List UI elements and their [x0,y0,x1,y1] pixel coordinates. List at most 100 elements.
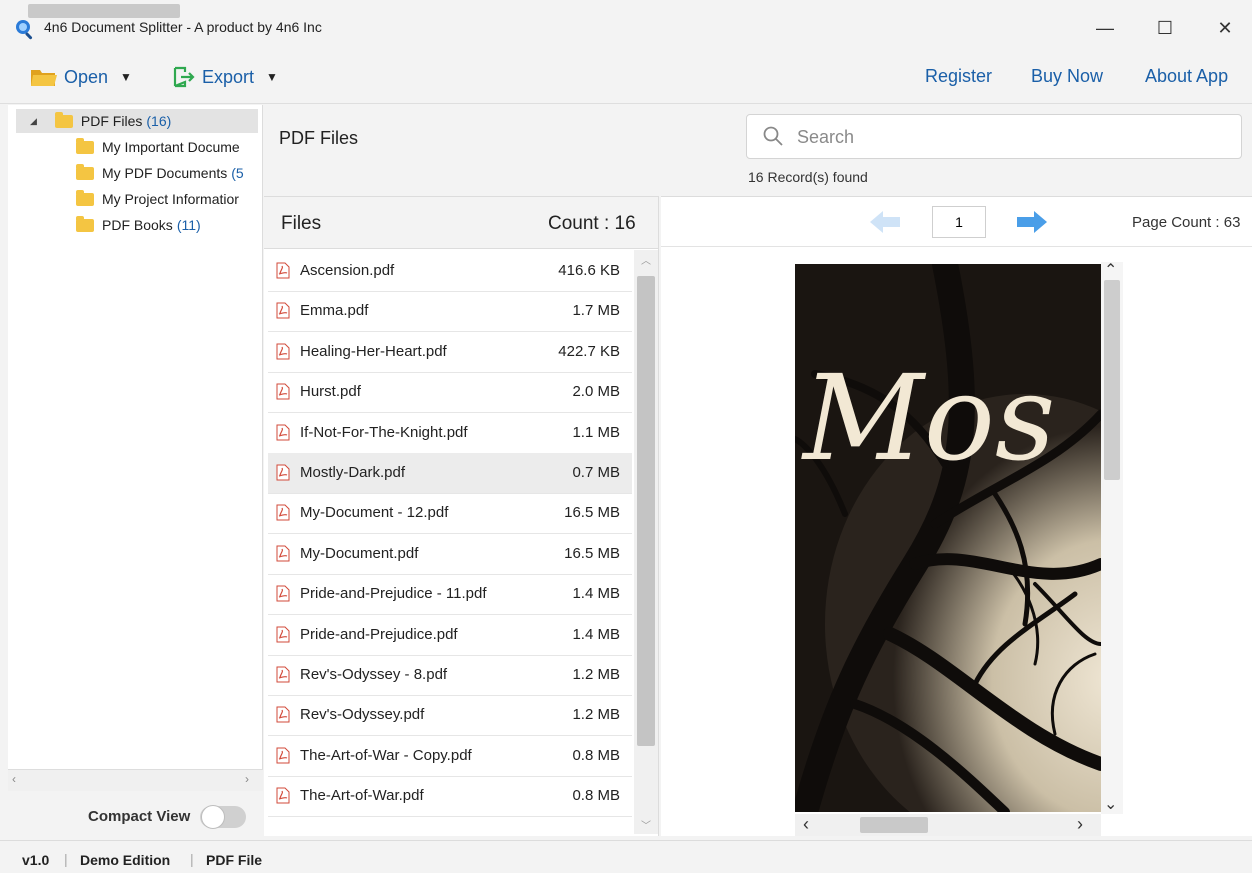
maximize-button[interactable]: ☐ [1145,10,1185,46]
page-number-input[interactable] [932,206,986,238]
pdf-file-icon [276,787,290,804]
mode-label: PDF File [206,852,263,868]
file-row[interactable]: The-Art-of-War.pdf 0.8 MB [268,776,632,818]
export-dropdown-icon[interactable]: ▼ [266,70,278,84]
tree-item[interactable]: My PDF Documents (5 [76,161,244,185]
pdf-file-icon [276,747,290,764]
register-link[interactable]: Register [925,66,992,87]
tree-horizontal-scrollbar[interactable]: ‹ › [8,769,263,791]
pdf-file-icon [276,545,290,562]
file-row[interactable]: Emma.pdf 1.7 MB [268,291,632,333]
scroll-down-icon[interactable]: ⌄ [1104,794,1117,814]
compact-view-toggle-knob[interactable] [201,805,225,829]
file-row[interactable]: Hurst.pdf 2.0 MB [268,372,632,414]
pdf-file-icon [276,504,290,521]
file-name: Emma.pdf [300,302,369,320]
file-name: If-Not-For-The-Knight.pdf [300,423,468,441]
records-found-text: 16 Record(s) found [748,169,868,185]
file-name: My-Document - 12.pdf [300,504,449,522]
file-row[interactable]: Mostly-Dark.pdf 0.7 MB [268,453,632,494]
scroll-left-icon[interactable]: ‹ [803,814,809,835]
file-name: The-Art-of-War - Copy.pdf [300,746,472,764]
file-row[interactable]: Ascension.pdf 416.6 KB [268,251,632,292]
open-folder-icon [31,70,57,86]
scroll-right-icon[interactable]: › [245,772,249,786]
pdf-file-icon [276,343,290,360]
tree-item-label: My PDF Documents [102,165,228,181]
file-size: 1.2 MB [572,706,620,724]
file-name: Mostly-Dark.pdf [300,464,406,481]
file-row[interactable]: Rev's-Odyssey.pdf 1.2 MB [268,695,632,737]
file-row[interactable]: My-Document.pdf 16.5 MB [268,534,632,575]
next-page-icon[interactable] [1015,208,1049,236]
open-button[interactable]: Open ▼ [30,63,132,91]
file-row[interactable]: Pride-and-Prejudice - 11.pdf 1.4 MB [268,574,632,616]
tree-item[interactable]: My Important Docume [76,135,244,159]
buy-now-link[interactable]: Buy Now [1031,66,1103,87]
file-row[interactable]: The-Art-of-War - Copy.pdf 0.8 MB [268,736,632,777]
tree-item-count: (11) [176,217,201,233]
file-row[interactable]: My-Document - 12.pdf 16.5 MB [268,493,632,535]
status-bar: v1.0 | Demo Edition | PDF File [0,840,1252,873]
scroll-right-icon[interactable]: › [1077,814,1083,835]
tree-item-count: (5 [231,165,244,181]
book-cover-image: Mos [795,264,1101,812]
file-row[interactable]: Pride-and-Prejudice.pdf 1.4 MB [268,615,632,656]
file-size: 0.8 MB [572,746,620,764]
tree-item[interactable]: PDF Books (11) [76,213,201,237]
minimize-button[interactable]: — [1085,10,1125,46]
folder-icon [54,111,73,128]
file-name: The-Art-of-War.pdf [300,787,424,805]
export-button[interactable]: Export ▼ [172,63,278,91]
pdf-file-icon [276,302,290,319]
preview-horizontal-scrollbar[interactable]: ‹ › [795,814,1101,836]
file-name: Pride-and-Prejudice.pdf [300,625,458,643]
file-size: 416.6 KB [558,262,620,279]
about-app-link[interactable]: About App [1145,66,1228,87]
file-size: 1.1 MB [572,423,620,441]
collapse-arrow-icon[interactable]: ◢ [30,116,37,127]
tree-root-count: (16) [146,113,172,129]
close-button[interactable]: ✕ [1205,10,1245,46]
section-title: PDF Files [279,128,359,148]
tree-scroll-thumb[interactable] [28,4,180,18]
file-name: My-Document.pdf [300,544,419,562]
file-size: 1.4 MB [572,625,620,643]
pdf-file-icon [276,706,290,723]
compact-view-label: Compact View [88,808,191,825]
pdf-file-icon [276,424,290,441]
status-separator: | [64,851,68,867]
folder-icon [76,137,94,154]
status-separator: | [190,851,194,867]
file-row[interactable]: Rev's-Odyssey - 8.pdf 1.2 MB [268,655,632,696]
file-name: Rev's-Odyssey - 8.pdf [300,666,448,683]
edition-label: Demo Edition [80,852,171,868]
scroll-up-icon[interactable]: ︿ [641,252,651,267]
file-row[interactable]: Healing-Her-Heart.pdf 422.7 KB [268,332,632,373]
pdf-page-preview: Mos [795,264,1101,812]
file-size: 2.0 MB [572,383,620,401]
file-size: 422.7 KB [558,342,620,360]
files-scroll-thumb[interactable] [637,276,655,746]
file-name: Ascension.pdf [300,262,395,279]
cover-title-text: Mos [801,349,1055,487]
file-name: Pride-and-Prejudice - 11.pdf [300,585,487,603]
folder-icon [76,163,94,180]
scroll-down-icon[interactable]: ﹀ [641,817,651,832]
file-row[interactable]: If-Not-For-The-Knight.pdf 1.1 MB [268,413,632,454]
export-icon [173,66,195,88]
file-size: 0.7 MB [572,464,620,481]
version-label: v1.0 [22,852,50,868]
scroll-left-icon[interactable]: ‹ [12,772,16,786]
open-dropdown-icon[interactable]: ▼ [120,70,132,84]
file-size: 0.8 MB [572,787,620,805]
export-label: Export [202,66,255,87]
search-input[interactable] [795,124,1215,150]
scroll-up-icon[interactable]: ⌃ [1104,260,1117,280]
preview-scroll-thumb[interactable] [1104,280,1120,480]
preview-horizontal-thumb[interactable] [860,817,928,833]
previous-page-icon[interactable] [868,208,902,236]
tree-root-pdf-files[interactable]: ◢ PDF Files (16) [16,109,258,133]
tree-item[interactable]: My Project Informatior [76,187,243,211]
folder-icon [76,189,94,206]
